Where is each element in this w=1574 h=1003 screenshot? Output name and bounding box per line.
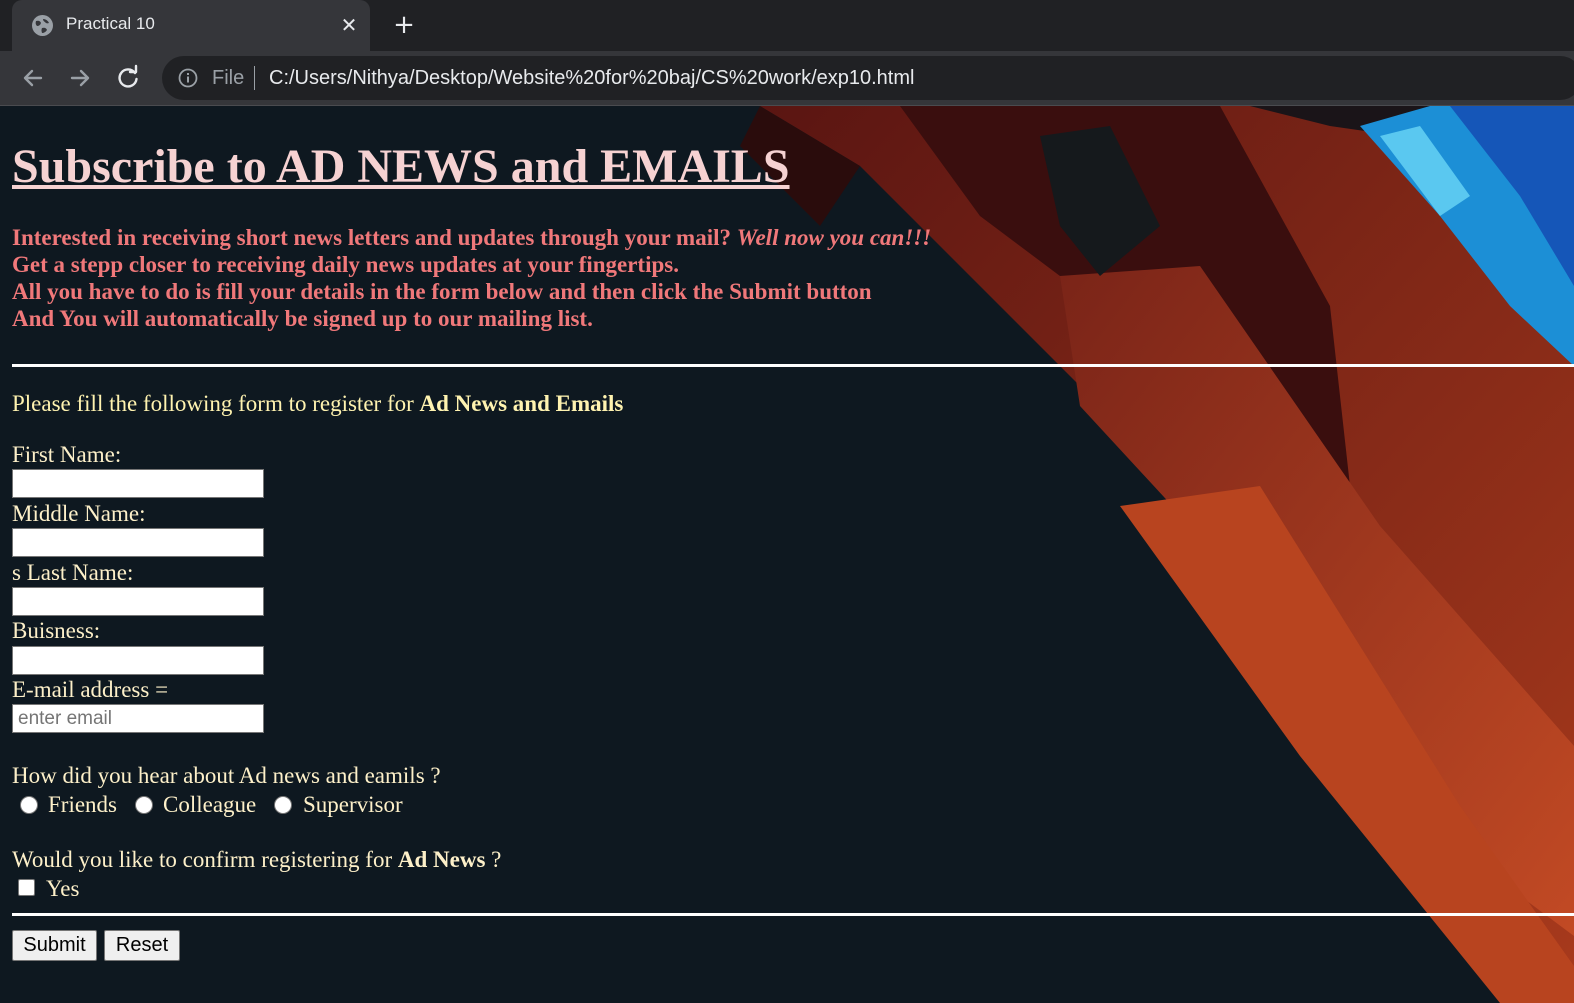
first-name-input[interactable]: [12, 469, 264, 498]
confirm-row: Yes: [12, 874, 132, 904]
middle-name-label: Middle Name:: [12, 501, 146, 526]
submit-button[interactable]: Submit: [12, 930, 97, 961]
divider-bottom: [12, 913, 1574, 916]
radio-supervisor-label[interactable]: Supervisor: [303, 790, 403, 820]
globe-icon: [32, 15, 53, 36]
last-name-input[interactable]: [12, 587, 264, 616]
divider-top: [12, 364, 1574, 367]
tab-strip: Practical 10 ✕ +: [0, 0, 1574, 51]
close-tab-icon[interactable]: ✕: [336, 12, 362, 38]
form-intro-bold: Ad News and Emails: [419, 391, 624, 416]
url-scheme: File: [212, 67, 245, 89]
reset-button[interactable]: Reset: [104, 930, 180, 961]
form-intro-text: Please fill the following form to regist…: [12, 391, 414, 416]
intro-line-3: All you have to do is fill your details …: [12, 279, 872, 304]
web-page: Subscribe to AD NEWS and EMAILS Interest…: [0, 106, 1574, 1003]
info-icon[interactable]: [178, 68, 198, 88]
radio-colleague-label[interactable]: Colleague: [163, 790, 256, 820]
radio-colleague[interactable]: [135, 796, 153, 814]
email-input[interactable]: [12, 704, 264, 733]
radio-supervisor[interactable]: [274, 796, 292, 814]
form-intro: Please fill the following form to regist…: [12, 390, 623, 418]
browser-tab[interactable]: Practical 10 ✕: [12, 0, 370, 51]
confirm-checkbox-label[interactable]: Yes: [46, 874, 79, 904]
tab-title: Practical 10: [66, 14, 155, 33]
last-name-label: s Last Name:: [12, 560, 134, 585]
middle-name-input[interactable]: [12, 528, 264, 557]
intro-line-2: Get a stepp closer to receiving daily ne…: [12, 252, 679, 277]
first-name-label: First Name:: [12, 442, 122, 467]
reload-icon[interactable]: [114, 64, 142, 92]
hear-about-question: How did you hear about Ad news and eamil…: [12, 763, 441, 788]
business-input[interactable]: [12, 646, 264, 675]
confirm-question-text: Would you like to confirm registering fo…: [12, 847, 393, 872]
url-divider: [254, 66, 255, 90]
radio-friends[interactable]: [20, 796, 38, 814]
address-bar[interactable]: File C:/Users/Nithya/Desktop/Website%20f…: [162, 56, 1574, 100]
intro-line-4: And You will automatically be signed up …: [12, 306, 593, 331]
radio-friends-label[interactable]: Friends: [48, 790, 117, 820]
confirm-question: Would you like to confirm registering fo…: [12, 847, 501, 873]
arrow-right-icon[interactable]: [66, 64, 94, 92]
intro-line-1-emphasis: Well now you can!!!: [736, 225, 932, 250]
confirm-checkbox[interactable]: [18, 879, 35, 896]
browser-toolbar: File C:/Users/Nithya/Desktop/Website%20f…: [0, 51, 1574, 106]
confirm-question-bold: Ad News: [397, 847, 486, 872]
business-label: Buisness:: [12, 618, 101, 643]
url-text[interactable]: C:/Users/Nithya/Desktop/Website%20for%20…: [269, 67, 914, 90]
new-tab-button[interactable]: +: [390, 11, 418, 39]
email-label: E-mail address =: [12, 677, 169, 702]
hear-about-options: Friends Colleague Supervisor: [12, 790, 432, 820]
intro-line-1: Interested in receiving short news lette…: [12, 225, 731, 250]
arrow-left-icon[interactable]: [19, 64, 47, 92]
page-title: Subscribe to AD NEWS and EMAILS: [12, 140, 790, 193]
intro-text: Interested in receiving short news lette…: [12, 224, 1212, 332]
confirm-question-mark: ?: [491, 847, 502, 872]
